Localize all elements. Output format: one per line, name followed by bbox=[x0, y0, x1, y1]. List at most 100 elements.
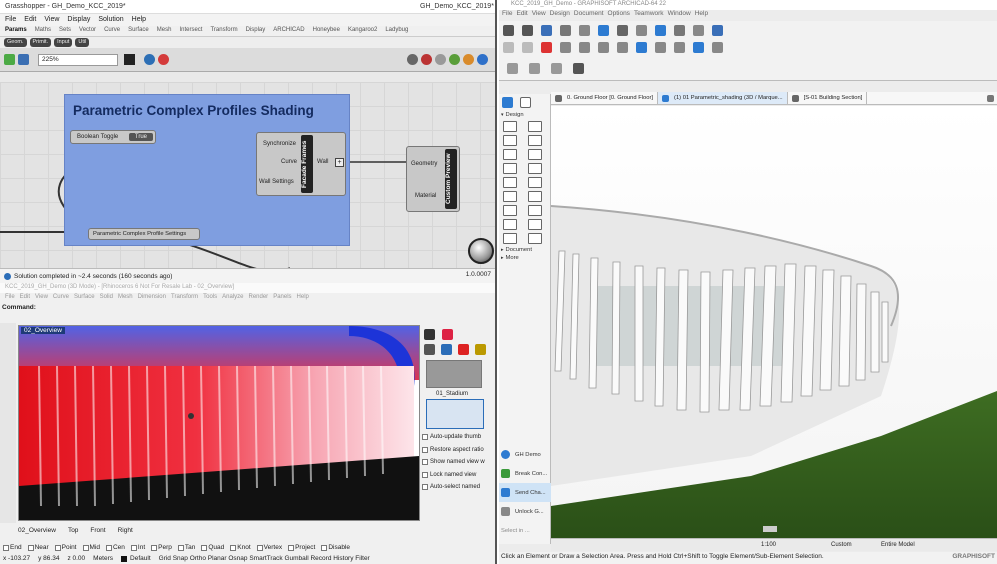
folder-icon[interactable] bbox=[475, 344, 486, 355]
rh-menu-item[interactable]: Render bbox=[249, 294, 269, 303]
ac-menu-item[interactable]: Window bbox=[668, 10, 691, 20]
rh-menu-item[interactable]: Edit bbox=[20, 294, 30, 303]
gh-tab[interactable]: Curve bbox=[104, 27, 120, 35]
ac-menu-item[interactable]: Edit bbox=[516, 10, 527, 20]
column-tool-icon[interactable] bbox=[503, 135, 517, 146]
checkbox[interactable] bbox=[422, 434, 428, 441]
view-scale[interactable]: 1:100 bbox=[761, 542, 831, 548]
input-curve[interactable]: Curve bbox=[281, 159, 297, 165]
zoom-extents-icon[interactable] bbox=[124, 54, 135, 65]
shell-tool-icon[interactable] bbox=[503, 191, 517, 202]
curtain-wall-tool-icon[interactable] bbox=[528, 163, 542, 174]
morph-tool-icon[interactable] bbox=[503, 205, 517, 216]
gh-tab[interactable]: Mesh bbox=[157, 27, 172, 35]
preview-shaded-icon[interactable] bbox=[449, 54, 460, 65]
layers-icon[interactable] bbox=[442, 329, 453, 340]
named-view-thumbnail-selected[interactable] bbox=[426, 399, 484, 429]
toolbox-design-header[interactable]: ▾ Design bbox=[499, 111, 550, 119]
gh-tab[interactable]: Sets bbox=[59, 27, 71, 35]
elevate-icon[interactable] bbox=[617, 42, 628, 53]
elevation-icon[interactable] bbox=[674, 42, 685, 53]
preview-selected-icon[interactable] bbox=[463, 54, 474, 65]
door-tool-icon[interactable] bbox=[528, 121, 542, 132]
rh-menu-item[interactable]: Panels bbox=[273, 294, 291, 303]
open-file-icon[interactable] bbox=[4, 54, 15, 65]
osnap-checkbox[interactable] bbox=[288, 544, 295, 551]
osnap-checkbox[interactable] bbox=[230, 544, 237, 551]
input-material[interactable]: Material bbox=[415, 193, 436, 199]
marquee-icon[interactable] bbox=[507, 63, 518, 74]
arrow-tool-icon[interactable] bbox=[573, 63, 584, 74]
custom-preview-component[interactable]: Geometry Material Custom Preview bbox=[406, 146, 460, 212]
preview-mode-icon[interactable] bbox=[407, 54, 418, 65]
rh-menu-item[interactable]: Surface bbox=[74, 294, 95, 303]
railing-tool-icon[interactable] bbox=[528, 191, 542, 202]
viewport-tab[interactable]: Top bbox=[68, 527, 78, 534]
unlock-button[interactable]: Unlock G... bbox=[499, 502, 551, 521]
rh-menu-item[interactable]: View bbox=[35, 294, 48, 303]
guide-icon[interactable] bbox=[598, 25, 609, 36]
suspend-groups-icon[interactable] bbox=[693, 25, 704, 36]
cut-icon[interactable] bbox=[503, 42, 514, 53]
osnap-checkbox[interactable] bbox=[82, 544, 89, 551]
gh-menu-help[interactable]: Help bbox=[132, 16, 146, 24]
output-wall[interactable]: Wall bbox=[317, 159, 328, 165]
select-in-button[interactable]: Select in ... bbox=[499, 521, 551, 540]
preview-off-icon[interactable] bbox=[421, 54, 432, 65]
preview-wire-icon[interactable] bbox=[435, 54, 446, 65]
current-layer[interactable]: Default bbox=[130, 555, 151, 562]
rhino-left-toolbar[interactable] bbox=[0, 323, 16, 523]
delete-view-icon[interactable] bbox=[458, 344, 469, 355]
toolbox-more-header[interactable]: ▸ More bbox=[499, 254, 550, 262]
viewport-label[interactable]: 02_Overview bbox=[21, 327, 65, 334]
rh-menu-item[interactable]: Dimension bbox=[138, 294, 166, 303]
input-synchronize[interactable]: Synchronize bbox=[263, 141, 296, 147]
osnap-checkbox[interactable] bbox=[105, 544, 112, 551]
rh-menu-item[interactable]: File bbox=[5, 294, 15, 303]
view-tab-floor-plan[interactable]: 0. Ground Floor [0. Ground Floor] bbox=[551, 92, 659, 104]
rh-menu-item[interactable]: Analyze bbox=[222, 294, 243, 303]
osnap-checkbox[interactable] bbox=[3, 544, 9, 551]
input-geometry[interactable]: Geometry bbox=[411, 161, 437, 167]
magic-wand-icon[interactable] bbox=[655, 25, 666, 36]
command-line[interactable]: Command: bbox=[0, 304, 495, 314]
osnap-checkbox[interactable] bbox=[151, 544, 158, 551]
input-wall-settings[interactable]: Wall Settings bbox=[259, 179, 294, 185]
sketch-icon[interactable] bbox=[158, 54, 169, 65]
move-icon[interactable] bbox=[560, 42, 571, 53]
lock-icon[interactable] bbox=[636, 25, 647, 36]
camera-icon[interactable] bbox=[424, 329, 435, 340]
rh-menu-item[interactable]: Help bbox=[297, 294, 309, 303]
osnap-checkbox[interactable] bbox=[27, 544, 34, 551]
profile-settings-component[interactable]: Parametric Complex Profile Settings bbox=[88, 228, 200, 240]
rh-menu-item[interactable]: Mesh bbox=[118, 294, 133, 303]
mirror-icon[interactable] bbox=[598, 42, 609, 53]
measure-icon[interactable] bbox=[712, 42, 723, 53]
gh-subtab[interactable]: Primit. bbox=[29, 38, 52, 47]
checkbox[interactable] bbox=[422, 446, 428, 453]
object-tool-icon[interactable] bbox=[528, 205, 542, 216]
rh-menu-item[interactable]: Curve bbox=[53, 294, 69, 303]
gh-subtab[interactable]: Input bbox=[54, 38, 73, 47]
gh-tab[interactable]: Surface bbox=[128, 27, 149, 35]
osnap-checkbox[interactable] bbox=[256, 544, 263, 551]
modeling-aids[interactable]: Grid Snap Ortho Planar Osnap SmartTrack … bbox=[159, 555, 370, 562]
gh-subtab[interactable]: Geom. bbox=[4, 38, 27, 47]
viewport-tab[interactable]: Front bbox=[90, 527, 105, 534]
orbit-icon[interactable] bbox=[529, 63, 540, 74]
send-changes-button[interactable]: Send Cha... bbox=[499, 483, 551, 502]
ac-menu-item[interactable]: Options bbox=[608, 10, 630, 20]
gh-menu-view[interactable]: View bbox=[44, 16, 59, 24]
rotate-icon[interactable] bbox=[579, 42, 590, 53]
facade-frames-component[interactable]: Synchronize Curve Wall Settings Facade F… bbox=[256, 132, 346, 196]
gh-tab[interactable]: ARCHICAD bbox=[273, 27, 304, 35]
gh-tab[interactable]: Kangaroo2 bbox=[348, 27, 377, 35]
osnap-checkbox[interactable] bbox=[201, 544, 208, 551]
gh-menu-display[interactable]: Display bbox=[67, 16, 90, 24]
window-tool-icon[interactable] bbox=[528, 135, 542, 146]
osnap-checkbox[interactable] bbox=[177, 544, 184, 551]
osnap-checkbox[interactable] bbox=[321, 544, 328, 551]
archicad-3d-view[interactable] bbox=[551, 106, 997, 538]
gh-tab[interactable]: Honeybee bbox=[313, 27, 340, 35]
gh-canvas[interactable]: Parametric Complex Profiles Shading Bool… bbox=[0, 82, 495, 268]
